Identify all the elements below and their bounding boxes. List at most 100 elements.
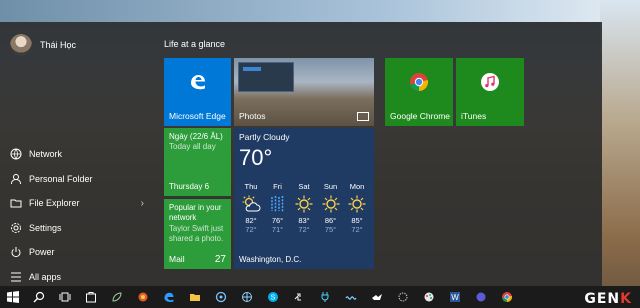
weather-forecast: Thu 82° 72° Fri 76° 71° Sat 83° 72° Sun … [238,182,370,234]
taskbar-explorer[interactable] [182,286,208,308]
forecast-day: Thu 82° 72° [238,182,264,234]
menu-item-settings[interactable]: Settings [10,216,150,241]
taskbar-app[interactable] [416,286,442,308]
person-icon [11,173,21,184]
tile-mail[interactable]: Popular in your network Taylor Swift jus… [164,199,231,269]
watermark-text-accent: K [620,291,632,307]
taskbar-app[interactable] [390,286,416,308]
wave-icon [345,296,357,300]
edge-icon [164,292,174,302]
forecast-day-name: Sat [298,182,310,191]
search-icon [33,291,45,303]
menu-item-power[interactable]: Power [10,240,150,265]
tile-itunes[interactable]: iTunes [456,58,524,126]
menu-item-label: Power [29,247,55,258]
start-menu: Thái Học Network Personal Folder File Ex… [0,22,602,286]
start-left-pane: Thái Học Network Personal Folder File Ex… [0,22,150,286]
menu-item-label: Personal Folder [29,173,93,184]
forecast-low: 72° [298,225,310,234]
mail-unread-count: 27 [214,253,226,265]
tile-photos[interactable]: Photos [234,58,374,126]
menu-item-file-explorer[interactable]: File Explorer › [10,191,150,216]
forecast-high: 82° [245,216,257,225]
edge-icon [191,75,205,90]
forecast-high: 83° [298,216,310,225]
photos-icon [357,112,369,121]
tile-calendar[interactable]: Ngày (22/6 ÂL) Today all day Thursday 6 [164,128,231,196]
itunes-icon [481,73,499,91]
sun-icon [295,195,313,213]
link-icon [294,293,301,301]
avatar [10,34,32,56]
taskbar-app[interactable] [234,286,260,308]
menu-item-label: All apps [29,271,62,282]
calendar-event-time: Today all day [169,142,216,151]
taskbar-app[interactable] [130,286,156,308]
svg-text:W: W [451,293,459,302]
taskbar-app[interactable] [312,286,338,308]
partly-sunny-icon [242,195,261,212]
start-button[interactable] [0,286,26,308]
desktop-background [0,0,640,22]
weather-condition: Partly Cloudy [239,132,290,142]
tile-label: Microsoft Edge [169,111,226,121]
menu-item-network[interactable]: Network [10,142,150,167]
tile-weather[interactable]: Partly Cloudy 70° Thu 82° 72° Fri 76° 71… [234,128,374,269]
desktop-wallpaper [600,0,640,300]
taskbar-app[interactable] [208,286,234,308]
tools-icon [398,292,408,302]
bird-icon [372,294,382,300]
media-icon [215,291,227,303]
gear-icon [11,222,21,233]
weather-temperature: 70° [239,145,273,170]
menu-item-label: Settings [29,222,62,233]
tile-group-title: Life at a glance [164,39,226,49]
rain-icon [270,196,283,212]
chevron-right-icon[interactable]: › [141,198,144,209]
weather-location: Washington, D.C. [239,255,302,264]
taskbar-app[interactable] [364,286,390,308]
windows-logo-icon [7,291,19,303]
forecast-low: 71° [271,225,284,234]
taskbar-app[interactable] [104,286,130,308]
menu-item-personal-folder[interactable]: Personal Folder [10,167,150,192]
leaf-icon [112,292,122,302]
tile-google-chrome[interactable]: Google Chrome [385,58,453,126]
start-menu-list: Network Personal Folder File Explorer › … [10,142,150,289]
word-icon: W [450,292,460,302]
forecast-day-name: Sun [323,182,338,191]
chrome-icon [502,292,513,303]
task-view-button[interactable] [52,286,78,308]
taskbar-chrome[interactable] [494,286,520,308]
paint-icon [138,292,148,302]
taskbar-store[interactable] [78,286,104,308]
tile-microsoft-edge[interactable]: Microsoft Edge [164,58,231,126]
taskbar-app[interactable] [338,286,364,308]
skype-icon: S [268,292,278,302]
tile-label: Mail [169,253,185,264]
chrome-icon [410,73,429,92]
forecast-high: 76° [271,216,284,225]
forecast-day: Mon 85° 72° [344,182,370,234]
forecast-low: 72° [351,225,363,234]
tile-label: Google Chrome [390,111,451,121]
user-account[interactable]: Thái Học [10,34,76,56]
watermark-logo: GENK [584,291,632,307]
forecast-high: 85° [351,216,363,225]
taskbar-app[interactable] [286,286,312,308]
store-icon [86,292,96,303]
taskbar-skype[interactable]: S [260,286,286,308]
taskbar-app[interactable] [468,286,494,308]
taskbar-word[interactable]: W [442,286,468,308]
taskbar: S W [0,286,640,308]
tile-label: iTunes [461,111,487,121]
taskbar-edge[interactable] [156,286,182,308]
plug-icon [321,292,329,302]
calendar-date: Thursday 6 [169,182,210,191]
sun-icon [322,195,339,213]
task-view-icon [59,292,71,302]
search-button[interactable] [26,286,52,308]
power-icon [11,247,21,258]
forecast-day-name: Mon [349,182,365,191]
folder-icon [190,294,200,301]
